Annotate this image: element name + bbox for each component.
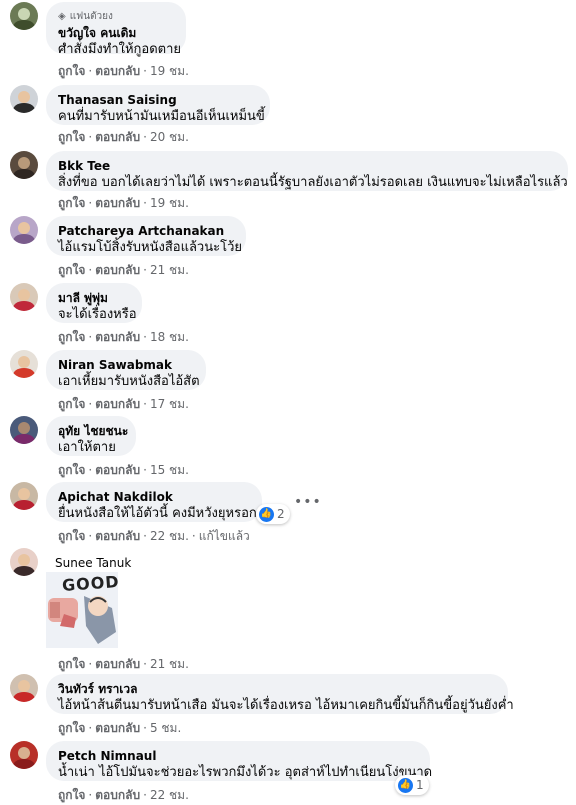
comment-actions: ถูกใจ · ตอบกลับ · 21 ชม. [58, 657, 189, 671]
timestamp[interactable]: 20 ชม. [150, 130, 189, 144]
comment-actions: ถูกใจ · ตอบกลับ · 22 ชม. [58, 788, 189, 802]
comment-actions: ถูกใจ · ตอบกลับ · 15 ชม. [58, 463, 189, 477]
comment-text: สิ่งที่ขอ บอกได้เลยว่าไม่ได้ เพราะตอนนี้… [58, 175, 568, 190]
like-reaction-icon: 👍 [398, 777, 413, 793]
commenter-name[interactable]: Niran Sawabmak [58, 357, 194, 373]
reply-button[interactable]: ตอบกลับ [95, 788, 140, 802]
like-button[interactable]: ถูกใจ [58, 263, 85, 277]
comment-text: น้ำเน่า ไอ้โปมันจะช่วยอะไรพวกมึงได้วะ อุ… [58, 765, 433, 780]
like-button[interactable]: ถูกใจ [58, 196, 85, 210]
like-button[interactable]: ถูกใจ [58, 463, 85, 477]
comment-bubble: Bkk Tee สิ่งที่ขอ บอกได้เลยว่าไม่ได้ เพร… [46, 151, 568, 191]
reply-button[interactable]: ตอบกลับ [95, 263, 140, 277]
avatar[interactable] [10, 350, 38, 378]
like-button[interactable]: ถูกใจ [58, 330, 85, 344]
avatar[interactable] [10, 741, 38, 769]
timestamp[interactable]: 5 ชม. [150, 721, 181, 735]
reply-button[interactable]: ตอบกลับ [95, 196, 140, 210]
avatar[interactable] [10, 151, 38, 179]
reply-button[interactable]: ตอบกลับ [95, 64, 140, 78]
diamond-icon: ◈ [58, 11, 66, 22]
reply-button[interactable]: ตอบกลับ [95, 721, 140, 735]
comment-text: เอาเหี้ยมารับหนังสือไอ้สัต [58, 374, 200, 389]
comment-bubble: Thanasan Saising คนที่มารับหน้ามันเหมือน… [46, 85, 270, 125]
like-button[interactable]: ถูกใจ [58, 721, 85, 735]
avatar[interactable] [10, 416, 38, 444]
reply-button[interactable]: ตอบกลับ [95, 463, 140, 477]
timestamp[interactable]: 17 ชม. [150, 397, 189, 411]
avatar[interactable] [10, 2, 38, 30]
comment-actions: ถูกใจ · ตอบกลับ · 5 ชม. [58, 721, 182, 735]
comment-bubble: Apichat Nakdilok ยื่นหนังสือให้ไอ้ตัวนี้… [46, 482, 262, 522]
comment-actions: ถูกใจ · ตอบกลับ · 19 ชม. [58, 64, 189, 78]
edited-label[interactable]: แก้ไขแล้ว [199, 529, 250, 543]
comment-bubble: Patchareya Artchanakan ไอ้แรมโบ้สิ้งรับห… [46, 216, 246, 256]
comment-text: ไอ้แรมโบ้สิ้งรับหนังสือแล้วนะโว้ย [58, 240, 242, 255]
comment-text: จะได้เรื่องหรือ [58, 307, 137, 322]
like-button[interactable]: ถูกใจ [58, 130, 85, 144]
comment-actions: ถูกใจ · ตอบกลับ · 22 ชม. · แก้ไขแล้ว [58, 529, 250, 543]
like-reaction-icon: 👍 [259, 506, 274, 522]
reply-button[interactable]: ตอบกลับ [95, 130, 140, 144]
avatar[interactable] [10, 482, 38, 510]
avatar[interactable] [10, 85, 38, 113]
reply-button[interactable]: ตอบกลับ [95, 397, 140, 411]
like-button[interactable]: ถูกใจ [58, 529, 85, 543]
like-button[interactable]: ถูกใจ [58, 397, 85, 411]
like-button[interactable]: ถูกใจ [58, 788, 85, 802]
commenter-name[interactable]: Bkk Tee [58, 158, 556, 174]
comment-text: ยื่นหนังสือให้ไอ้ตัวนี้ คงมีหวังยุหรอก [58, 506, 257, 521]
reply-button[interactable]: ตอบกลับ [95, 529, 140, 543]
commenter-name[interactable]: มาลี พู่พุ่ม [58, 290, 130, 306]
fan-badge: ◈ แฟนตัวยง [58, 11, 113, 22]
comment-actions: ถูกใจ · ตอบกลับ · 19 ชม. [58, 196, 189, 210]
commenter-name[interactable]: Apichat Nakdilok [58, 489, 250, 505]
commenter-name[interactable]: Thanasan Saising [58, 92, 258, 108]
more-options-icon[interactable]: ••• [294, 494, 322, 510]
comment-text: ศำสั่งมึงทำให้กูอดตาย [58, 42, 182, 57]
comment-bubble: ◈ แฟนตัวยง ขวัญใจ คนเดิม ศำสั่งมึงทำให้ก… [46, 2, 186, 57]
comment-bubble: อุทัย ไชยชนะ เอาให้ตาย [46, 416, 136, 456]
comment-actions: ถูกใจ · ตอบกลับ · 17 ชม. [58, 397, 189, 411]
timestamp[interactable]: 22 ชม. [150, 529, 189, 543]
comment-text: เอาให้ตาย [58, 440, 116, 455]
reply-button[interactable]: ตอบกลับ [95, 330, 140, 344]
avatar[interactable] [10, 216, 38, 244]
commenter-name[interactable]: ขวัญใจ คนเดิม [58, 25, 174, 41]
commenter-name[interactable]: Sunee Tanuk [55, 555, 131, 571]
timestamp[interactable]: 21 ชม. [150, 657, 189, 671]
timestamp[interactable]: 21 ชม. [150, 263, 189, 277]
like-button[interactable]: ถูกใจ [58, 64, 85, 78]
good-sticker[interactable]: GOOD [46, 572, 121, 648]
avatar[interactable] [10, 674, 38, 702]
comment-bubble: วินทัวร์ ทราเวล ไอ้หน้าส้นตีนมารับหน้าเส… [46, 674, 514, 714]
comment-text: ไอ้หน้าส้นตีนมารับหน้าเสือ มันจะได้เรื่อ… [58, 698, 514, 713]
commenter-name[interactable]: วินทัวร์ ทราเวล [58, 681, 496, 697]
timestamp[interactable]: 22 ชม. [150, 788, 189, 802]
reaction-count[interactable]: 👍 1 [395, 775, 429, 795]
reaction-count[interactable]: 👍 2 [256, 504, 290, 524]
timestamp[interactable]: 19 ชม. [150, 64, 189, 78]
comment-bubble: มาลี พู่พุ่ม จะได้เรื่องหรือ [46, 283, 142, 323]
comment-actions: ถูกใจ · ตอบกลับ · 21 ชม. [58, 263, 189, 277]
comment-bubble: Petch Nimnaul น้ำเน่า ไอ้โปมันจะช่วยอะไร… [46, 741, 433, 781]
commenter-name[interactable]: Petch Nimnaul [58, 748, 418, 764]
comment-actions: ถูกใจ · ตอบกลับ · 18 ชม. [58, 330, 189, 344]
timestamp[interactable]: 18 ชม. [150, 330, 189, 344]
timestamp[interactable]: 19 ชม. [150, 196, 189, 210]
like-button[interactable]: ถูกใจ [58, 657, 85, 671]
timestamp[interactable]: 15 ชม. [150, 463, 189, 477]
comment-actions: ถูกใจ · ตอบกลับ · 20 ชม. [58, 130, 189, 144]
comment-text: คนที่มารับหน้ามันเหมือนอีเห็นเหม็นขี้ [58, 109, 265, 124]
sticker-text: GOOD [61, 572, 121, 595]
comment-bubble: Niran Sawabmak เอาเหี้ยมารับหนังสือไอ้สั… [46, 350, 206, 390]
avatar[interactable] [10, 548, 38, 576]
commenter-name[interactable]: Patchareya Artchanakan [58, 223, 234, 239]
commenter-name[interactable]: อุทัย ไชยชนะ [58, 423, 128, 439]
reply-button[interactable]: ตอบกลับ [95, 657, 140, 671]
avatar[interactable] [10, 283, 38, 311]
